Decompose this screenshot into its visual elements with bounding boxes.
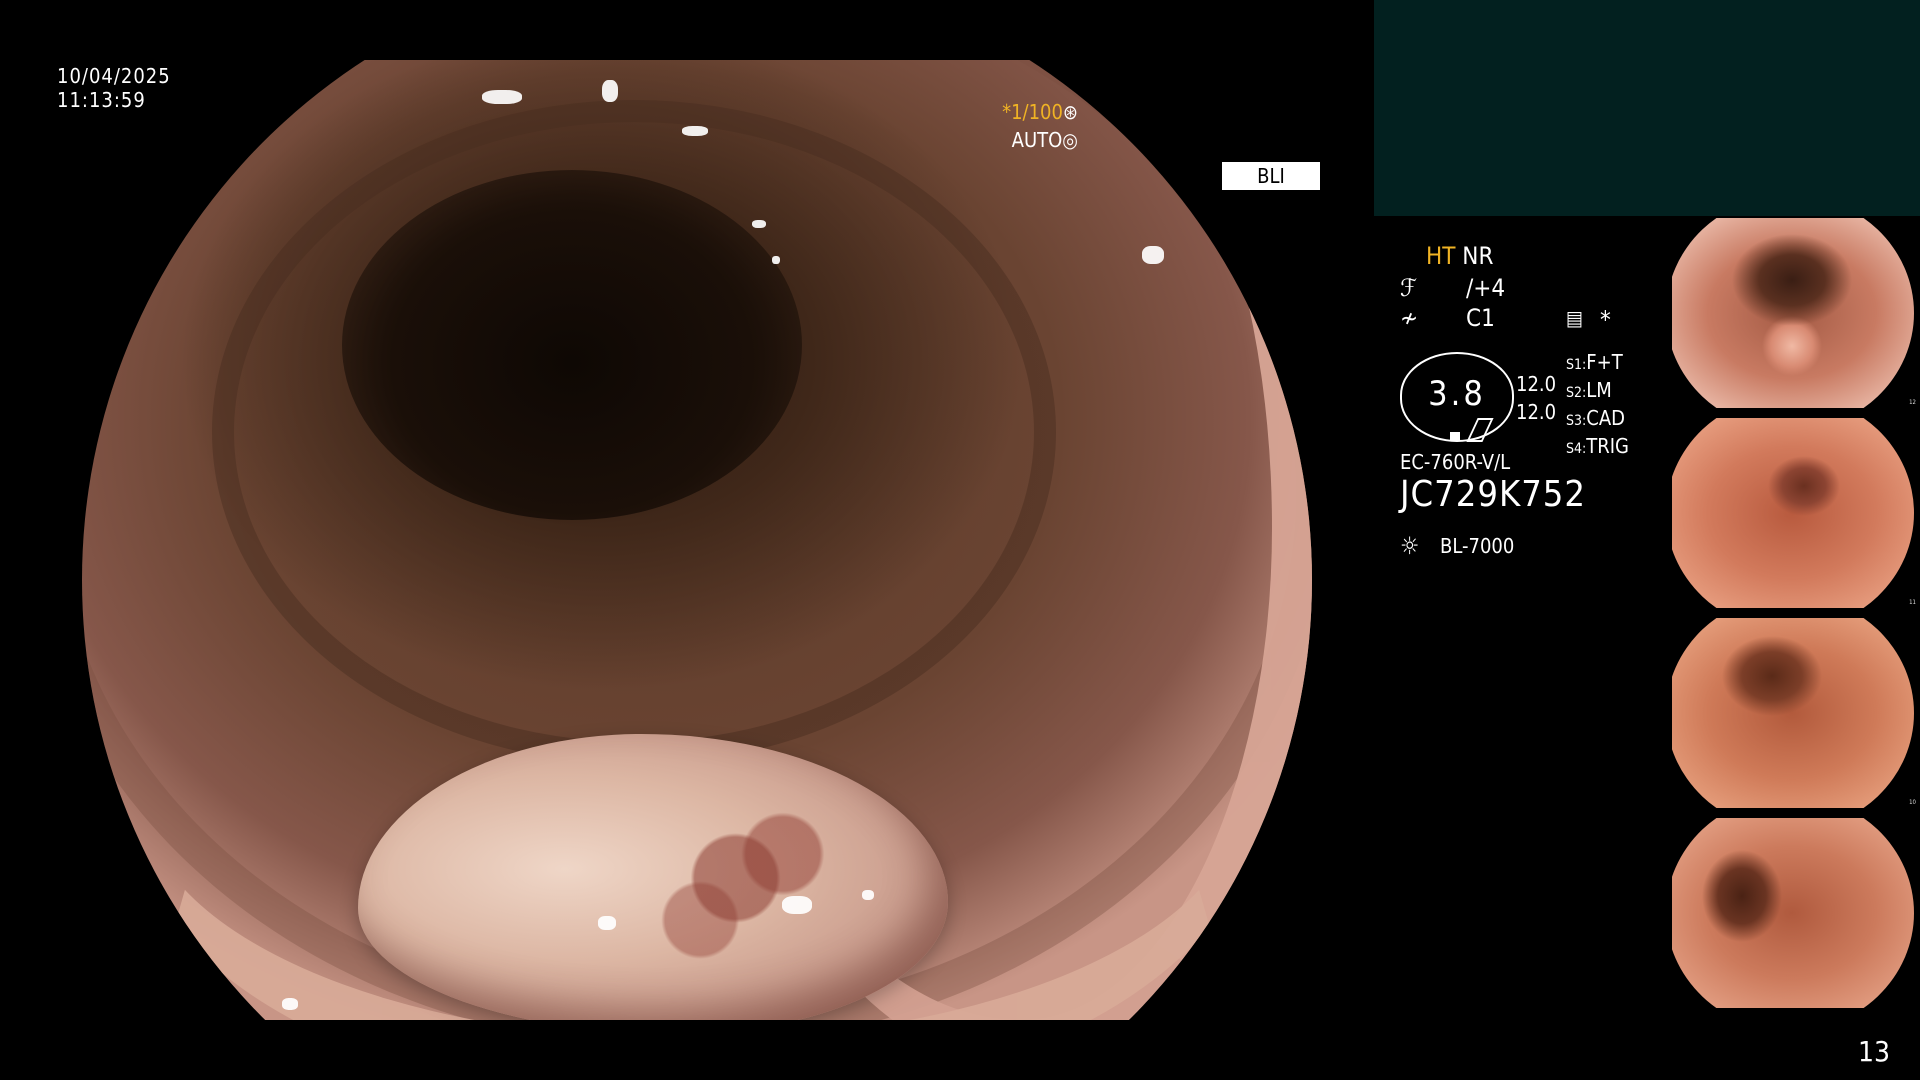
shutter-speed-value: *1/100 xyxy=(1002,100,1063,124)
exam-time: 11:13:59 xyxy=(57,88,146,112)
endoscopy-main-image xyxy=(82,60,1312,1020)
ht-indicator: HT NR xyxy=(1426,242,1493,270)
capture-thumbnail[interactable]: 11 xyxy=(1672,418,1920,608)
specular-highlight xyxy=(282,998,298,1010)
switch-setting: S1:F+T xyxy=(1566,350,1623,374)
switch-settings-list: S1:F+T S2:LM S3:CAD S4:TRIG xyxy=(1566,350,1629,462)
specular-highlight xyxy=(772,256,780,264)
shutter-speed-indicator: *1/100⊛ xyxy=(1002,100,1078,124)
switch-setting: S3:CAD xyxy=(1566,406,1625,430)
gauge-marker-icon xyxy=(1450,432,1460,440)
memo-icon: ▤ xyxy=(1566,306,1584,330)
thumbnail-caption: 12 xyxy=(1909,399,1916,406)
specular-highlight xyxy=(752,220,766,228)
switch-setting: S4:TRIG xyxy=(1566,434,1629,458)
enhancement-icon: ℱ xyxy=(1400,274,1417,302)
capture-thumbnail[interactable] xyxy=(1672,818,1920,1014)
page-number: 13 xyxy=(1857,1035,1890,1068)
scale-bottom-value: 12.0 xyxy=(1516,400,1557,424)
shutter-icon: ⊛ xyxy=(1062,100,1078,124)
scale-top-value: 12.0 xyxy=(1516,372,1557,396)
specular-highlight xyxy=(482,90,522,104)
thumbnail-caption: 10 xyxy=(1909,799,1916,806)
scope-gauge-value: 3.8 xyxy=(1428,374,1486,414)
scope-serial-number: JC729K752 xyxy=(1400,474,1587,515)
light-mode-badge: BLI xyxy=(1222,162,1320,190)
specular-highlight xyxy=(602,80,618,102)
thumbnail-caption: 11 xyxy=(1909,599,1916,606)
capture-thumbnail[interactable]: 12 xyxy=(1672,218,1920,408)
lumen-shadow xyxy=(342,170,802,520)
specular-highlight xyxy=(682,126,708,136)
color-tone-icon: ≁ xyxy=(1400,304,1419,332)
specular-highlight xyxy=(782,896,812,914)
nr-label: NR xyxy=(1462,242,1494,270)
enhancement-value: /+4 xyxy=(1466,274,1506,302)
specular-highlight xyxy=(862,890,874,900)
thumbnail-image xyxy=(1672,618,1914,808)
capture-thumbnail[interactable]: 10 xyxy=(1672,618,1920,808)
thumbnail-image xyxy=(1672,218,1914,408)
thumbnail-image xyxy=(1672,818,1914,1008)
ht-label: HT xyxy=(1426,242,1456,270)
iris-mode-indicator: AUTO◎ xyxy=(1012,128,1078,152)
switch-setting: S2:LM xyxy=(1566,378,1612,402)
light-source-icon: ☼ xyxy=(1400,532,1420,560)
specular-highlight xyxy=(598,916,616,930)
iris-icon: ◎ xyxy=(1062,128,1078,152)
iris-mode-value: AUTO xyxy=(1011,128,1063,152)
exam-date: 10/04/2025 xyxy=(57,64,171,88)
scope-model: EC-760R-V/L xyxy=(1400,450,1511,474)
color-tone-value: C1 xyxy=(1466,304,1495,332)
thumbnail-image xyxy=(1672,418,1914,608)
specular-highlight xyxy=(1142,246,1164,264)
star-indicator: * xyxy=(1600,306,1611,334)
info-panel-header xyxy=(1374,0,1920,216)
light-source-model: BL-7000 xyxy=(1440,534,1515,558)
